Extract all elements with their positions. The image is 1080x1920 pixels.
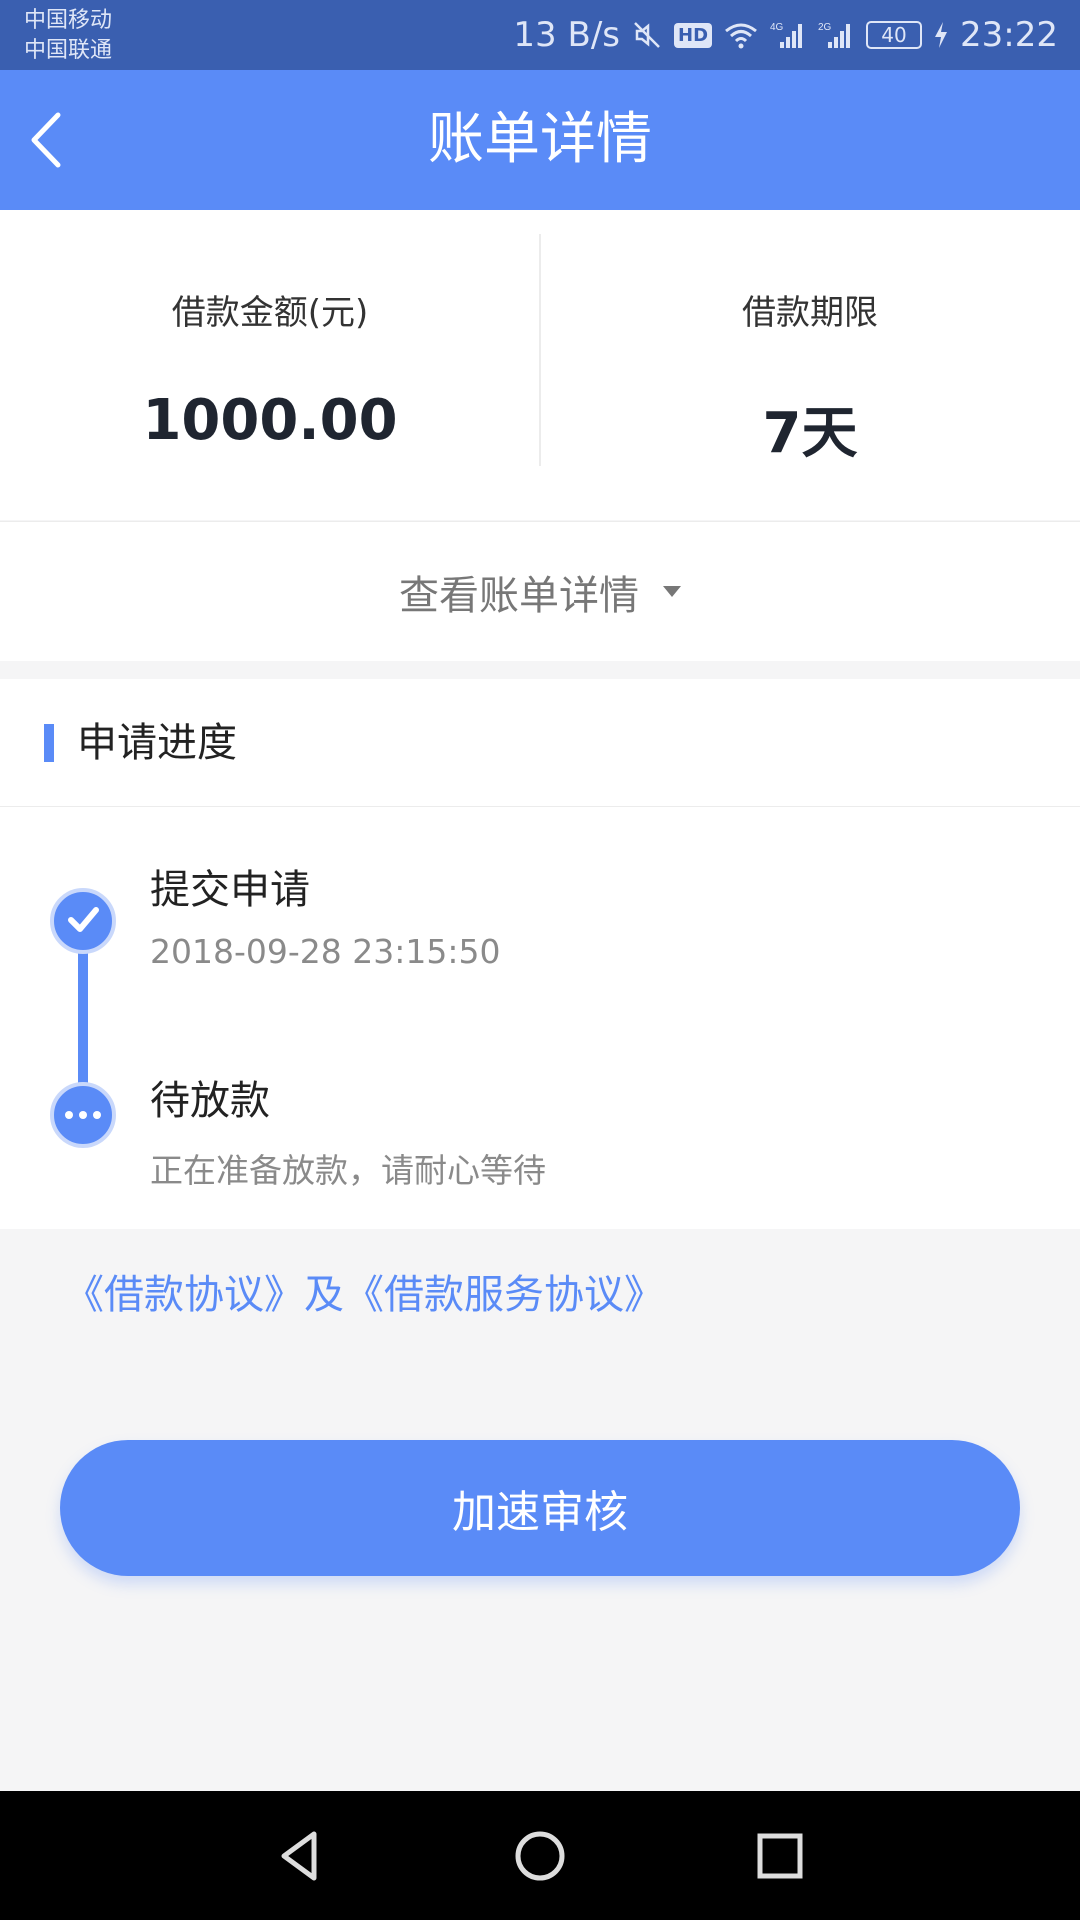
step-title: 提交申请 [150,867,310,913]
loan-agreement-link[interactable]: 《借款协议》及《借款服务协议》 [64,1262,664,1320]
mute-icon [632,20,662,50]
nav-home-button[interactable] [495,1813,585,1903]
caret-down-icon [663,586,681,597]
loan-amount-value: 1000.00 [142,388,398,453]
view-bill-details-toggle[interactable]: 查看账单详情 [0,521,1080,661]
section-title: 申请进度 [77,720,237,766]
step-timestamp: 2018-09-28 23:15:50 [150,932,501,971]
wifi-icon [724,21,758,49]
nav-recent-button[interactable] [735,1813,825,1903]
loan-amount-label: 借款金额(元) [171,293,369,333]
more-dots-icon [65,1111,101,1119]
signal-2g-label: 2G [818,22,832,33]
loan-summary-card: 借款金额(元) 1000.00 借款期限 7天 [0,210,1080,520]
step-title: 待放款 [150,1078,270,1124]
section-accent-bar [44,724,54,762]
charging-icon [934,22,948,48]
battery-icon: 40 [866,21,923,49]
check-icon [63,899,103,943]
carrier-1: 中国移动 [24,8,113,33]
loan-term-label: 借款期限 [742,293,878,333]
signal-2g-icon: 2G [818,20,854,50]
back-triangle-icon [270,1826,330,1890]
clock: 23:22 [960,15,1058,55]
hd-icon: HD [674,22,713,48]
carrier-2: 中国联通 [24,38,113,63]
application-progress-section: 申请进度 提交申请 2018-09-28 23:15:50 待放款 正在准备放款… [0,679,1080,1229]
recent-square-icon [750,1826,810,1890]
system-nav-bar [0,1791,1080,1920]
step-done-node [50,888,116,954]
chevron-left-icon [22,112,92,179]
signal-4g-label: 4G [770,22,784,33]
step-description: 正在准备放款，请耐心等待 [150,1151,546,1190]
accelerate-review-button[interactable]: 加速审核 [60,1440,1020,1576]
network-speed: 13 B/s [513,15,620,55]
carrier-info: 中国移动 中国联通 [24,6,112,66]
app-bar: 账单详情 [0,70,1080,210]
step-pending-node [50,1082,116,1148]
status-bar: 中国移动 中国联通 13 B/s HD 4G 2G 40 23:22 [0,0,1080,70]
home-circle-icon [510,1826,570,1890]
loan-amount-block: 借款金额(元) 1000.00 [0,210,540,520]
view-bill-details-label: 查看账单详情 [399,572,639,619]
loan-term-value: 7天 [762,401,858,466]
back-button[interactable] [22,105,92,175]
section-header: 申请进度 [0,679,1080,807]
loan-term-block: 借款期限 7天 [540,210,1080,520]
nav-back-button[interactable] [255,1813,345,1903]
status-icons: 13 B/s HD 4G 2G 40 23:22 [513,0,1058,70]
signal-4g-icon: 4G [770,20,806,50]
page-title: 账单详情 [428,107,652,172]
